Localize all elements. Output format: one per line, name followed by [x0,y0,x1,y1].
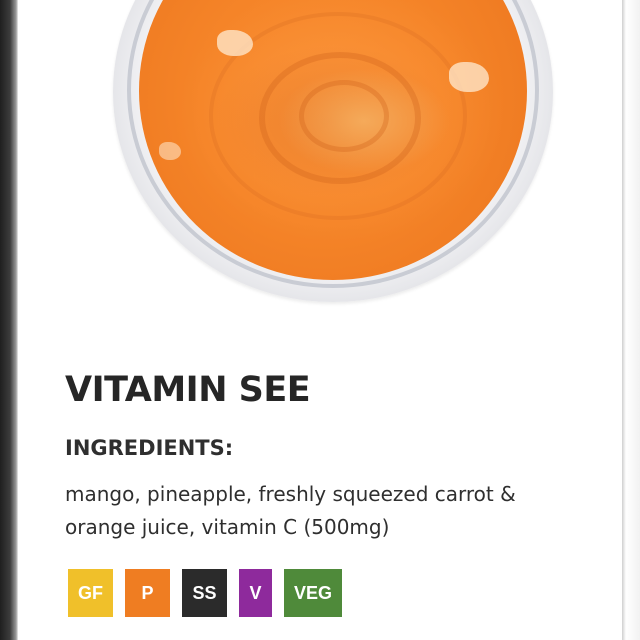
badge-veg: VEG [284,569,342,617]
item-title: VITAMIN SEE [65,370,311,410]
ingredients-line: orange juice, vitamin C (500mg) [65,515,390,539]
badge-gf: GF [68,569,113,617]
ingredients-line: mango, pineapple, freshly squeezed carro… [65,482,516,506]
left-frame-edge [0,0,18,640]
ingredients-heading: INGREDIENTS: [65,436,234,460]
badge-v: V [239,569,272,617]
right-frame-edge [622,0,640,640]
smoothie-photo [113,0,553,302]
smoothie-highlight [449,62,489,92]
smoothie-highlight [159,142,181,160]
smoothie-highlight [217,30,253,56]
menu-item-card: VITAMIN SEE INGREDIENTS: mango, pineappl… [18,0,622,640]
badge-p: P [125,569,170,617]
ingredients-text: mango, pineapple, freshly squeezed carro… [65,478,585,544]
diet-badges: GF P SS V VEG [68,569,342,617]
badge-ss: SS [182,569,227,617]
